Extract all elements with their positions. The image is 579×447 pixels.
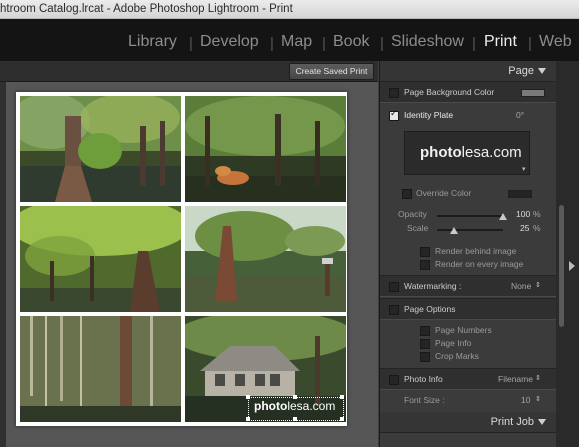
page-background-label: Page Background Color — [404, 87, 495, 97]
module-separator: | — [528, 35, 532, 52]
module-picker: Library | Develop | Map | Book | Slidesh… — [0, 19, 579, 61]
print-workspace: Create Saved Print photolesa.com Page Pa… — [0, 61, 579, 447]
module-separator: | — [472, 35, 476, 52]
render-every-row: Render on every image — [380, 254, 556, 274]
scale-slider-thumb[interactable] — [449, 227, 458, 234]
photo-cell[interactable] — [185, 206, 346, 312]
module-separator: | — [270, 35, 274, 52]
collapse-arrow-icon[interactable] — [538, 68, 546, 74]
photo-cell[interactable] — [20, 96, 181, 202]
photo-cell[interactable] — [20, 316, 181, 422]
hide-panel-arrow-icon[interactable] — [569, 261, 575, 271]
photo-image — [185, 206, 346, 312]
resize-handle[interactable] — [340, 417, 344, 421]
resize-handle[interactable] — [246, 417, 250, 421]
print-job-title: Print Job — [490, 416, 534, 428]
override-color-swatch[interactable] — [508, 190, 532, 198]
scale-unit: % — [533, 223, 541, 233]
right-panel: Page Page Background Color ✓ Identity Pl… — [379, 61, 556, 447]
left-panel-edge[interactable] — [0, 82, 6, 447]
resize-handle[interactable] — [293, 395, 297, 399]
module-map[interactable]: Map — [281, 33, 312, 51]
module-slideshow[interactable]: Slideshow — [391, 33, 464, 51]
module-library[interactable]: Library — [128, 33, 177, 51]
module-book[interactable]: Book — [333, 33, 369, 51]
watermarking-label: Watermarking : — [404, 281, 462, 291]
print-toolbar: Create Saved Print — [0, 61, 378, 82]
page-options-label: Page Options — [404, 304, 456, 314]
photo-image — [20, 96, 181, 202]
window-titlebar: htroom Catalog.lrcat - Adobe Photoshop L… — [0, 0, 579, 25]
identity-plate-text: photolesa.com — [420, 144, 522, 161]
lightroom-window: Library | Develop | Map | Book | Slidesh… — [0, 19, 579, 447]
window-title: htroom Catalog.lrcat - Adobe Photoshop L… — [0, 3, 293, 15]
opacity-slider-track[interactable] — [437, 215, 503, 217]
module-separator: | — [380, 35, 384, 52]
identity-plate-bounding-box[interactable] — [246, 395, 344, 421]
photo-cell[interactable] — [185, 96, 346, 202]
scrollbar-thumb[interactable] — [559, 205, 564, 327]
right-panel-scrollbar[interactable] — [556, 61, 579, 447]
identity-plate-label: Identity Plate — [404, 110, 454, 120]
override-color-label: Override Color — [416, 188, 472, 198]
opacity-unit: % — [533, 209, 541, 219]
photo-info-value[interactable]: Filename — [498, 374, 533, 384]
watermarking-checkbox[interactable] — [389, 282, 399, 292]
opacity-label: Opacity — [398, 209, 427, 219]
watermarking-stepper-icon[interactable]: ⇕ — [535, 281, 541, 289]
identity-plate-preview[interactable]: photolesa.com ▾ — [404, 131, 530, 175]
plate-text-bold: photo — [420, 144, 462, 161]
identity-plate-angle[interactable]: 0° — [516, 110, 524, 120]
opacity-value[interactable]: 100 — [516, 209, 530, 219]
plate-text-light: lesa.com — [461, 144, 522, 161]
watermarking-row: Watermarking : None ⇕ — [380, 275, 556, 297]
create-saved-print-button[interactable]: Create Saved Print — [289, 63, 374, 80]
override-color-row: Override Color — [380, 183, 556, 203]
resize-handle[interactable] — [246, 395, 250, 399]
resize-handle[interactable] — [293, 417, 297, 421]
render-every-label: Render on every image — [435, 259, 524, 269]
font-size-stepper-icon[interactable]: ⇕ — [535, 395, 541, 403]
font-size-value[interactable]: 10 — [521, 395, 530, 405]
page-background-checkbox[interactable] — [389, 88, 399, 98]
plate-menu-arrow-icon[interactable]: ▾ — [522, 165, 526, 173]
module-develop[interactable]: Develop — [200, 33, 259, 51]
page-panel-header[interactable]: Page — [380, 61, 556, 82]
photo-info-row: Photo Info Filename ⇕ — [380, 368, 556, 390]
print-job-panel-header[interactable]: Print Job — [380, 412, 556, 433]
module-print[interactable]: Print — [484, 33, 517, 51]
page-options-checkbox[interactable] — [389, 305, 399, 315]
crop-marks-checkbox[interactable] — [420, 352, 430, 362]
photo-image — [20, 316, 181, 422]
photo-info-stepper-icon[interactable]: ⇕ — [535, 374, 541, 382]
scale-label: Scale — [407, 223, 429, 233]
resize-handle[interactable] — [340, 395, 344, 399]
render-every-checkbox[interactable] — [420, 260, 430, 270]
override-color-checkbox[interactable] — [402, 189, 412, 199]
scale-row: Scale 25 % — [380, 219, 556, 239]
collapse-arrow-icon[interactable] — [538, 419, 546, 425]
font-size-label: Font Size : — [404, 395, 445, 405]
photo-image — [20, 206, 181, 312]
photo-info-label: Photo Info — [404, 374, 443, 384]
page-background-swatch[interactable] — [521, 89, 545, 97]
module-separator: | — [189, 35, 193, 52]
checkmark-icon: ✓ — [390, 108, 398, 118]
print-page — [16, 92, 347, 426]
page-options-row: Page Options — [380, 298, 556, 320]
crop-marks-row: Crop Marks — [380, 346, 556, 366]
scale-value[interactable]: 25 — [520, 223, 529, 233]
module-separator: | — [322, 35, 326, 52]
font-size-row: Font Size : 10 ⇕ — [380, 390, 556, 410]
scale-slider-track[interactable] — [437, 229, 503, 231]
watermarking-value[interactable]: None — [511, 281, 531, 291]
photo-image — [185, 96, 346, 202]
page-background-row: Page Background Color — [380, 81, 556, 103]
crop-marks-label: Crop Marks — [435, 351, 479, 361]
photo-cell[interactable] — [20, 206, 181, 312]
page-panel-title: Page — [508, 65, 534, 77]
photo-info-checkbox[interactable] — [389, 375, 399, 385]
module-web[interactable]: Web — [539, 33, 572, 51]
identity-plate-row: ✓ Identity Plate 0° — [380, 105, 556, 125]
